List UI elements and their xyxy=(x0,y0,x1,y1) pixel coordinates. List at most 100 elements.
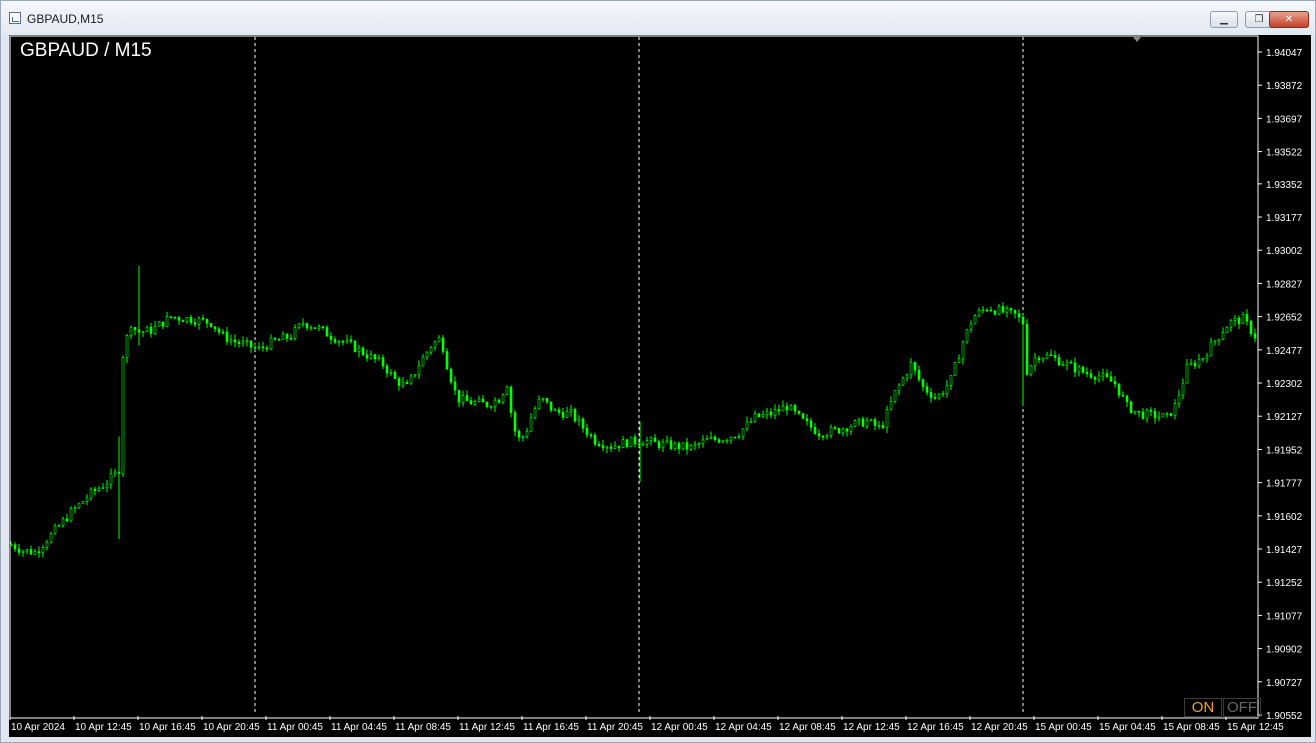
candle-body xyxy=(845,428,849,432)
candle-body xyxy=(665,440,669,443)
candle-body xyxy=(729,436,733,441)
candle-body xyxy=(81,501,85,504)
candle-body xyxy=(445,351,449,370)
candle-body xyxy=(389,371,393,374)
minimize-button[interactable]: ▁ xyxy=(1210,11,1238,28)
chart-canvas: 1.94047 1.93872 1.93697 1.93522 1.93352 1.931… xyxy=(9,35,1303,733)
candle-body xyxy=(313,327,317,329)
candle-body xyxy=(629,436,633,448)
candle-body xyxy=(217,328,221,333)
candle-body xyxy=(913,362,917,371)
candle-body xyxy=(225,331,229,342)
candle-body xyxy=(37,551,41,553)
candle-body xyxy=(1217,338,1221,342)
candle-body xyxy=(1165,413,1169,415)
candle-body xyxy=(153,325,157,334)
candle-body xyxy=(341,340,345,343)
candle-body xyxy=(633,436,637,445)
candle-body xyxy=(813,427,817,435)
candle-body xyxy=(841,428,845,434)
price-label: 1.93002 xyxy=(1266,246,1303,257)
candle-body xyxy=(829,427,833,436)
candle-body xyxy=(677,442,681,450)
candle-body xyxy=(1049,354,1053,357)
candle-body xyxy=(473,401,477,405)
time-label: 10 Apr 2024 xyxy=(11,722,65,733)
candle-body xyxy=(257,346,261,349)
price-label: 1.90902 xyxy=(1266,645,1303,656)
candle-body xyxy=(1041,357,1045,361)
candle-body xyxy=(265,347,269,350)
title-bar[interactable]: GBPAUD,M15 ▁ ❐ ✕ xyxy=(1,1,1315,35)
candle-body xyxy=(377,357,381,360)
candle-body xyxy=(1053,355,1057,358)
restore-icon: ❐ xyxy=(1254,14,1264,25)
price-label: 1.92477 xyxy=(1266,346,1303,357)
candle-body xyxy=(997,306,1001,315)
candle-body xyxy=(525,430,529,437)
candle-body xyxy=(661,441,665,448)
candle-body xyxy=(977,310,981,317)
price-chart[interactable]: 1.94047 1.93872 1.93697 1.93522 1.93352 1.931… xyxy=(9,35,1311,737)
candle-body xyxy=(477,398,481,402)
candle-body xyxy=(365,354,369,359)
time-label: 12 Apr 20:45 xyxy=(971,722,1028,733)
candle-body xyxy=(241,341,245,345)
price-label: 1.90727 xyxy=(1266,678,1303,689)
candle-body xyxy=(269,337,273,350)
candle-body xyxy=(421,356,425,367)
candle-body xyxy=(1189,362,1193,365)
candle-body xyxy=(933,397,937,399)
candle-body xyxy=(193,322,197,325)
candle-body xyxy=(237,341,241,345)
candle-body xyxy=(753,413,757,422)
candle-body xyxy=(925,386,929,393)
candle-body xyxy=(1065,361,1069,366)
candle-body xyxy=(1181,382,1185,396)
candle-body xyxy=(1185,363,1189,384)
off-toggle-button[interactable]: OFF xyxy=(1223,698,1261,717)
candle-body xyxy=(205,318,209,324)
candle-body xyxy=(165,316,169,327)
price-label: 1.91252 xyxy=(1266,578,1303,589)
candle-body xyxy=(65,518,69,522)
candle-body xyxy=(949,375,953,386)
time-label: 10 Apr 16:45 xyxy=(139,722,196,733)
candle-body xyxy=(921,379,925,387)
candle-body xyxy=(941,393,945,396)
candle-body xyxy=(533,408,537,419)
candle-body xyxy=(277,339,281,341)
candle-body xyxy=(29,549,33,555)
candle-body xyxy=(229,339,233,342)
candle-body xyxy=(825,435,829,438)
candle-body xyxy=(1121,394,1125,397)
candle-body xyxy=(185,317,189,322)
candle-body xyxy=(877,425,881,427)
candle-body xyxy=(25,549,29,552)
candle-body xyxy=(1213,340,1217,343)
candle-body xyxy=(457,389,461,403)
candle-body xyxy=(853,420,857,427)
candle-body xyxy=(481,398,485,403)
on-toggle-button[interactable]: ON xyxy=(1184,698,1222,717)
candle-body xyxy=(97,487,101,491)
candle-body xyxy=(985,309,989,312)
candle-body xyxy=(1145,409,1149,419)
candle-body xyxy=(145,326,149,332)
candle-body xyxy=(653,437,657,442)
price-label: 1.91952 xyxy=(1266,445,1303,456)
candle-body xyxy=(285,333,289,339)
candle-body xyxy=(509,386,513,413)
time-label: 15 Apr 04:45 xyxy=(1099,722,1156,733)
candle-body xyxy=(593,434,597,445)
candle-body xyxy=(353,340,357,353)
candle-body xyxy=(969,323,973,330)
candle-body xyxy=(981,309,985,312)
candle-body xyxy=(789,405,793,411)
candle-body xyxy=(1077,366,1081,373)
price-label: 1.91427 xyxy=(1266,545,1303,556)
close-button[interactable]: ✕ xyxy=(1269,11,1309,28)
candle-body xyxy=(989,309,993,312)
candle-body xyxy=(1129,401,1133,414)
candle-body xyxy=(1237,317,1241,325)
